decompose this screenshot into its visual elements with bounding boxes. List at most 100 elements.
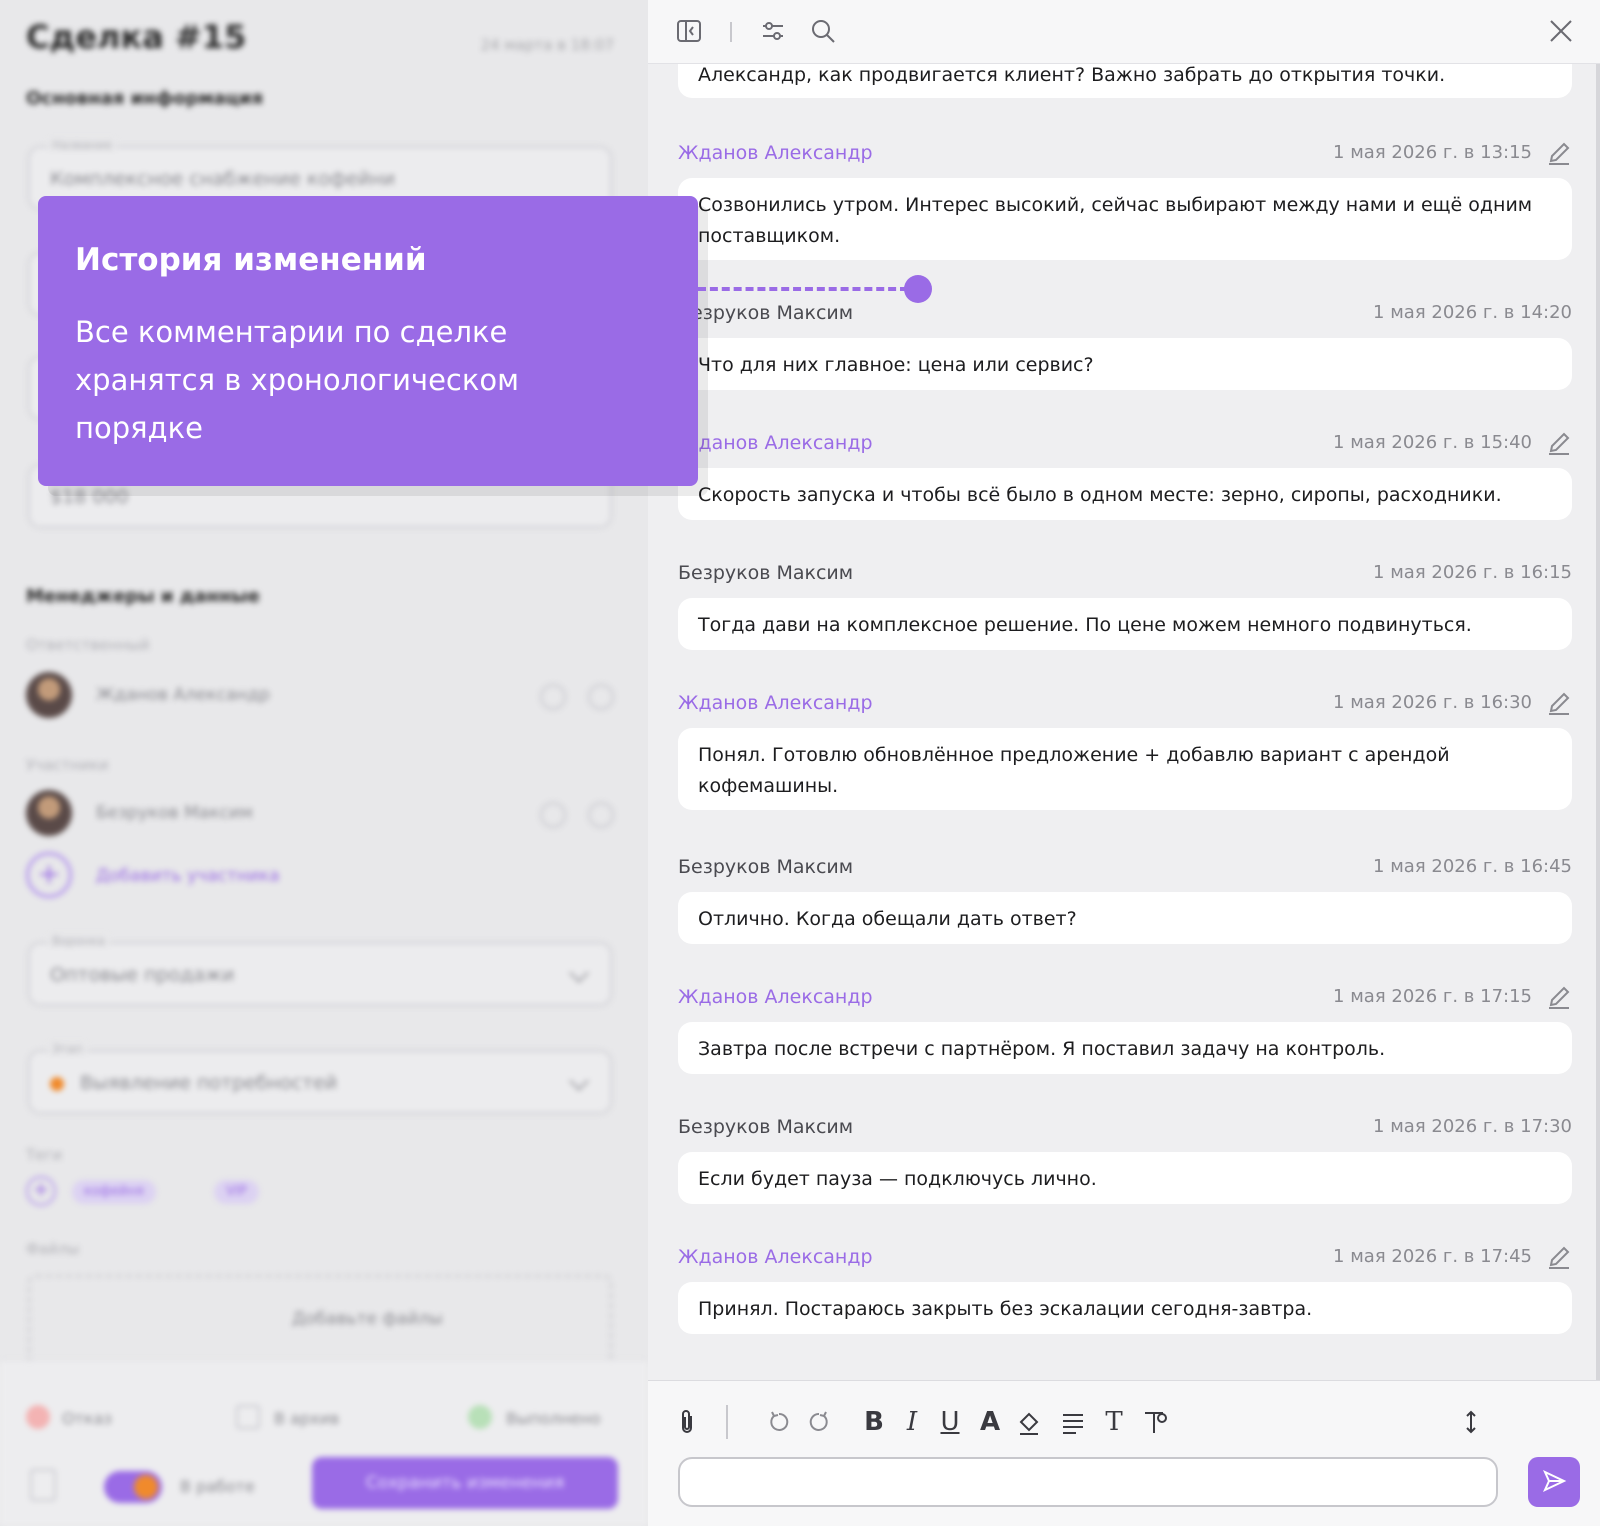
comments-scrollbar[interactable] [1596,64,1600,1380]
stage-label: Этап [48,1042,87,1056]
comments-list: Александр, как продвигается клиент? Важн… [648,64,1600,1380]
comment-text: Принял. Постараюсь закрыть без эскалации… [678,1282,1572,1334]
toolbar-divider [730,22,732,42]
bold-button[interactable]: B [860,1407,888,1437]
comment-author[interactable]: Жданов Александр [678,1246,873,1268]
pencil-icon[interactable] [1546,1244,1572,1270]
main-info-heading: Основная информация [26,88,264,109]
comment-author[interactable]: Безруков Максим [678,1116,853,1138]
avatar [26,672,72,718]
add-tag-icon[interactable]: + [26,1176,56,1206]
trash-icon[interactable] [30,1469,56,1501]
deal-amount-value: $18 000 [50,486,129,508]
pencil-icon[interactable] [1546,690,1572,716]
tags-label: Теги [26,1146,63,1164]
reject-button[interactable]: Отказ [62,1409,112,1428]
remove-icon[interactable] [588,684,614,710]
edit-icon[interactable] [540,802,566,828]
comment-author[interactable]: Жданов Александр [678,692,873,714]
comment-date: 1 мая 2026 г. в 16:45 [1373,856,1572,877]
stage-status-dot [50,1077,64,1091]
deal-title: Сделка #15 [26,18,247,56]
toolbar-divider [726,1405,728,1439]
tag-chip[interactable]: кофейня [72,1180,156,1204]
pencil-icon[interactable] [1546,430,1572,456]
comments-panel: Александр, как продвигается клиент? Важн… [648,0,1600,1526]
comment-text: Понял. Готовлю обновлённое предложение +… [678,728,1572,810]
deal-footer: Отказ В архив Выполнено В работе Сохрани… [0,1360,648,1526]
send-icon [1542,1469,1567,1492]
collapse-panel-icon[interactable] [676,18,704,46]
comment-author[interactable]: Жданов Александр [678,142,873,164]
toggle-label: В работе [180,1477,255,1496]
comment-author[interactable]: Жданов Александр [678,432,873,454]
stage-value: Выявление потребностей [80,1072,338,1094]
feature-callout: История изменений Все комментарии по сде… [38,196,698,486]
comment-date: 1 мая 2026 г. в 17:45 [1333,1246,1532,1267]
close-icon[interactable] [1548,18,1576,46]
comment-date: 1 мая 2026 г. в 17:15 [1333,986,1532,1007]
responsible-name: Жданов Александр [96,685,271,705]
tag-chip[interactable]: VIP [214,1180,259,1204]
attach-icon[interactable] [672,1407,702,1437]
comment-text: Созвонились утром. Интерес высокий, сейч… [678,178,1572,260]
italic-button[interactable]: I [898,1407,926,1437]
participants-label: Участники [26,756,109,774]
callout-connector [698,287,908,291]
comment-text: Что для них главное: цена или сервис? [678,338,1572,390]
text-style-button[interactable]: T [1100,1407,1128,1437]
participant-name: Безруков Максим [96,803,253,823]
funnel-select[interactable]: Воронка Оптовые продажи [28,934,612,1006]
comment-author[interactable]: Безруков Максим [678,856,853,878]
reject-icon [26,1405,50,1429]
comment-input[interactable] [678,1457,1498,1507]
remove-icon[interactable] [588,802,614,828]
comments-toolbar [648,0,1600,64]
comment-text: Александр, как продвигается клиент? Важн… [678,64,1572,98]
save-changes-button[interactable]: Сохранить изменения [312,1457,618,1509]
in-work-toggle[interactable] [104,1471,162,1503]
highlight-icon[interactable] [1014,1407,1046,1437]
send-button[interactable] [1528,1457,1580,1507]
font-color-button[interactable]: A [976,1407,1004,1437]
file-dropzone[interactable]: Добавьте файлы [28,1275,612,1365]
comment-author[interactable]: Жданов Александр [678,986,873,1008]
funnel-label: Воронка [48,934,109,948]
funnel-value: Оптовые продажи [50,964,235,986]
chevron-down-icon [569,1071,589,1091]
callout-title: История изменений [75,242,427,278]
add-participant-icon[interactable]: + [26,852,72,898]
pencil-icon[interactable] [1546,984,1572,1010]
align-icon[interactable] [1058,1407,1088,1437]
pencil-icon[interactable] [1546,140,1572,166]
undo-icon[interactable] [764,1407,794,1437]
filter-icon[interactable] [760,18,788,46]
search-icon[interactable] [810,18,838,46]
edit-icon[interactable] [540,684,566,710]
underline-button[interactable]: U [936,1407,964,1437]
comment-text: Отлично. Когда обещали дать ответ? [678,892,1572,944]
clear-format-icon[interactable] [1140,1407,1170,1437]
comment-text: Скорость запуска и чтобы всё было в одно… [678,468,1572,520]
done-icon [468,1405,492,1429]
add-participant-link[interactable]: Добавить участника [96,866,280,886]
avatar [26,790,72,836]
managers-heading: Менеджеры и данные [26,586,260,607]
stage-select[interactable]: Этап Выявление потребностей [28,1042,612,1114]
deal-name-value: Комплексное снабжение кофейни [50,168,396,190]
comment-text: Тогда дави на комплексное решение. По це… [678,598,1572,650]
comment-text: Завтра после встречи с партнёром. Я пост… [678,1022,1572,1074]
comment-author[interactable]: Безруков Максим [678,302,853,324]
redo-icon[interactable] [804,1407,834,1437]
callout-pointer-dot [904,275,932,303]
archive-button[interactable]: В архив [274,1409,339,1428]
comment-date: 1 мая 2026 г. в 13:15 [1333,142,1532,163]
add-files-text: Добавьте файлы [292,1309,443,1329]
done-button[interactable]: Выполнено [506,1409,601,1428]
comment-author[interactable]: Безруков Максим [678,562,853,584]
archive-icon [236,1405,260,1429]
callout-body: Все комментарии по сделке хранятся в хро… [75,315,519,445]
comment-date: 1 мая 2026 г. в 17:30 [1373,1116,1572,1137]
comment-date: 1 мая 2026 г. в 15:40 [1333,432,1532,453]
expand-editor-icon[interactable] [1456,1407,1486,1437]
